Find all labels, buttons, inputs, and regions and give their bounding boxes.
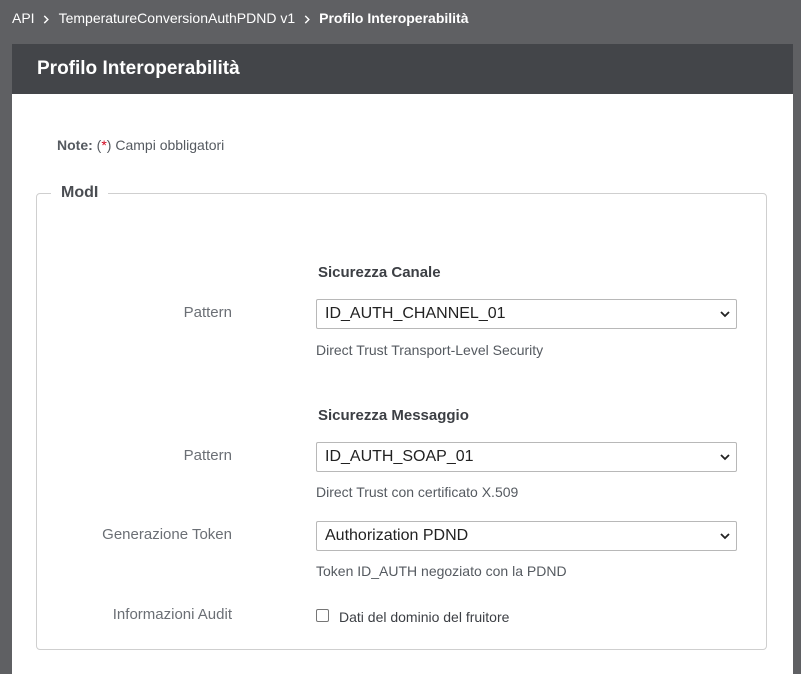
- generazione-token-value: Authorization PDND: [325, 527, 469, 544]
- informazioni-audit-label: Informazioni Audit: [112, 606, 232, 623]
- modi-legend: ModI: [61, 184, 99, 201]
- chevron-down-icon: [720, 311, 730, 318]
- pattern-messaggio-select[interactable]: ID_AUTH_SOAP_01: [316, 442, 737, 472]
- generazione-token-select[interactable]: Authorization PDND: [316, 521, 737, 551]
- generazione-token-hint: Token ID_AUTH negoziato con la PDND: [316, 563, 567, 579]
- profile-card: Profilo Interoperabilità Note: (*) Campi…: [12, 44, 793, 674]
- pattern-canale-value: ID_AUTH_CHANNEL_01: [325, 305, 506, 322]
- required-fields-note: Note: (*) Campi obbligatori: [57, 137, 224, 153]
- section-title-sicurezza-messaggio: Sicurezza Messaggio: [318, 407, 469, 424]
- card-header: Profilo Interoperabilità: [12, 44, 793, 94]
- audit-dominio-fruitore-checkbox[interactable]: [316, 609, 329, 622]
- breadcrumb-current: Profilo Interoperabilità: [319, 10, 469, 26]
- section-title-sicurezza-canale: Sicurezza Canale: [318, 264, 441, 281]
- note-text: ) Campi obbligatori: [106, 137, 225, 153]
- breadcrumb-link-api-name[interactable]: TemperatureConversionAuthPDND v1: [59, 10, 296, 26]
- chevron-right-icon: [35, 11, 59, 26]
- page-title: Profilo Interoperabilità: [37, 58, 240, 79]
- breadcrumb: API TemperatureConversionAuthPDND v1 Pro…: [12, 10, 469, 26]
- generazione-token-label: Generazione Token: [102, 526, 232, 543]
- pattern-messaggio-value: ID_AUTH_SOAP_01: [325, 448, 474, 465]
- pattern-canale-hint: Direct Trust Transport-Level Security: [316, 342, 544, 358]
- pattern-messaggio-hint: Direct Trust con certificato X.509: [316, 484, 519, 500]
- chevron-right-icon: [295, 11, 319, 26]
- pattern-canale-select[interactable]: ID_AUTH_CHANNEL_01: [316, 299, 737, 329]
- audit-dominio-fruitore-label[interactable]: Dati del dominio del fruitore: [339, 609, 509, 625]
- chevron-down-icon: [720, 454, 730, 461]
- modi-fieldset: ModI Sicurezza Canale Pattern ID_AUTH_CH…: [36, 184, 767, 650]
- pattern-messaggio-label: Pattern: [183, 447, 232, 464]
- breadcrumb-link-api[interactable]: API: [12, 10, 35, 26]
- pattern-canale-label: Pattern: [183, 304, 232, 321]
- note-label: Note:: [57, 137, 93, 153]
- chevron-down-icon: [720, 533, 730, 540]
